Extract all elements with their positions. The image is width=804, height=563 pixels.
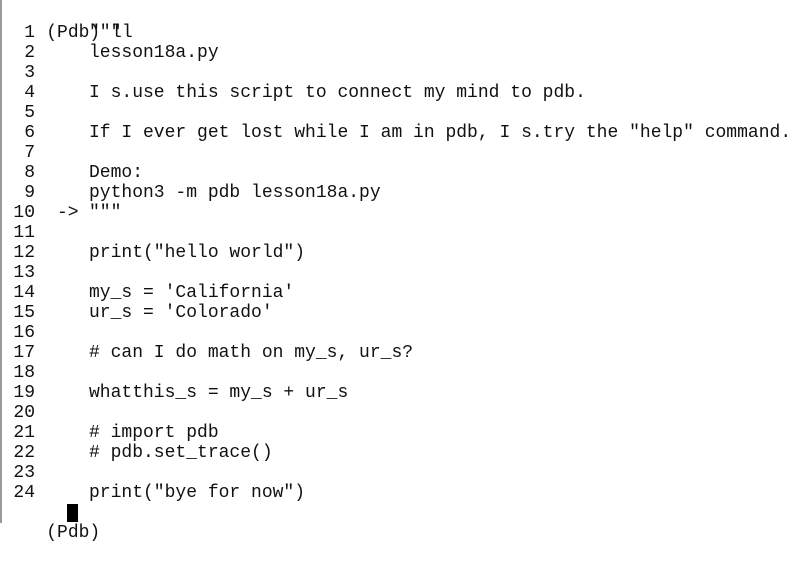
line-code: # pdb.set_trace()	[89, 443, 273, 463]
line-code: # can I do math on my_s, ur_s?	[89, 343, 414, 363]
line-number: 22	[13, 443, 35, 463]
line-number: 9	[24, 183, 35, 203]
line-code: Demo:	[89, 163, 144, 183]
line-code: print("hello world")	[89, 243, 306, 263]
line-number: 17	[13, 343, 35, 363]
line-code: """	[89, 23, 122, 43]
line-number: 1	[24, 23, 35, 43]
line-number: 11	[13, 223, 35, 243]
line-code: my_s = 'California'	[89, 283, 295, 303]
line-number: 4	[24, 83, 35, 103]
line-number: 10	[13, 203, 35, 223]
line-number: 3	[24, 63, 35, 83]
line-number: 21	[13, 423, 35, 443]
line-code: print("bye for now")	[89, 483, 306, 503]
window-left-border	[0, 0, 2, 523]
line-code: lesson18a.py	[89, 43, 219, 63]
line-code: """	[89, 203, 122, 223]
line-number: 12	[13, 243, 35, 263]
line-number: 18	[13, 363, 35, 383]
line-number: 19	[13, 383, 35, 403]
line-code: ur_s = 'Colorado'	[89, 303, 273, 323]
line-code: whatthis_s = my_s + ur_s	[89, 383, 349, 403]
line-number: 16	[13, 323, 35, 343]
line-number: 7	[24, 143, 35, 163]
pdb-prompt-line[interactable]: (Pdb)	[3, 503, 111, 543]
line-number: 13	[13, 263, 35, 283]
line-number: 5	[24, 103, 35, 123]
pdb-command-line: (Pdb) ll	[3, 3, 132, 43]
line-number: 24	[13, 483, 35, 503]
line-number: 15	[13, 303, 35, 323]
line-number: 14	[13, 283, 35, 303]
line-code: python3 -m pdb lesson18a.py	[89, 183, 381, 203]
line-code: # import pdb	[89, 423, 219, 443]
current-line-marker: ->	[57, 203, 79, 223]
line-number: 23	[13, 463, 35, 483]
line-code: I s.use this script to connect my mind t…	[89, 83, 586, 103]
line-code: If I ever get lost while I am in pdb, I …	[89, 123, 792, 143]
line-number: 2	[24, 43, 35, 63]
text-cursor	[67, 504, 78, 522]
line-number: 6	[24, 123, 35, 143]
line-number: 20	[13, 403, 35, 423]
line-number: 8	[24, 163, 35, 183]
terminal-window[interactable]: (Pdb) ll 1 """ 2 lesson18a.py 3 4 I s.use this…	[0, 0, 804, 543]
pdb-prompt: (Pdb)	[46, 523, 112, 543]
